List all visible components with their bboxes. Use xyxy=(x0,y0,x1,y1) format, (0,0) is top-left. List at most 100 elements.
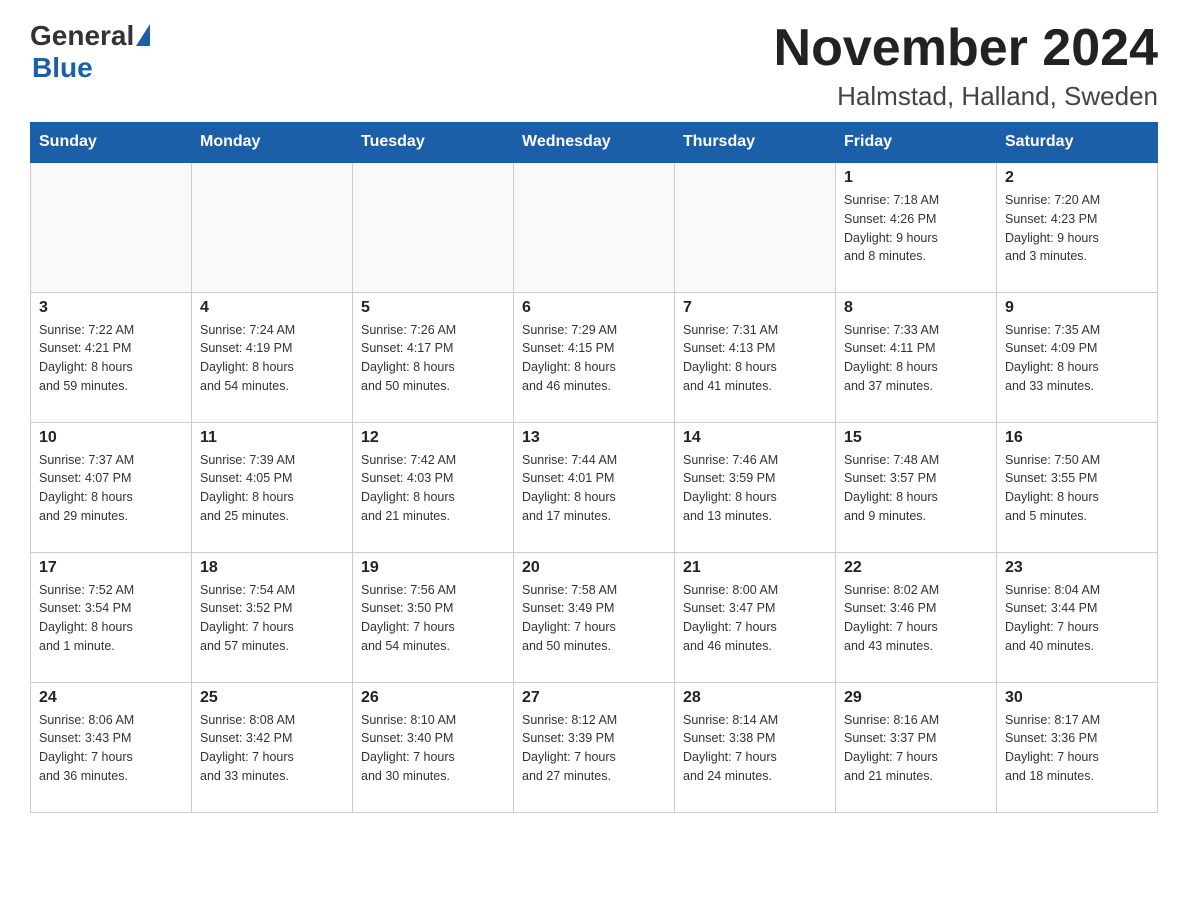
day-number: 29 xyxy=(844,689,988,707)
day-number: 23 xyxy=(1005,559,1149,577)
day-number: 30 xyxy=(1005,689,1149,707)
day-number: 4 xyxy=(200,299,344,317)
calendar-header-sunday: Sunday xyxy=(31,123,192,163)
day-info: Sunrise: 7:37 AM Sunset: 4:07 PM Dayligh… xyxy=(39,451,183,526)
calendar-week-row: 10Sunrise: 7:37 AM Sunset: 4:07 PM Dayli… xyxy=(31,422,1158,552)
calendar-cell: 8 Sunrise: 7:33 AM Sunset: 4:11 PM Daylig… xyxy=(836,292,997,422)
day-number: 21 xyxy=(683,559,827,577)
day-number: 17 xyxy=(39,559,183,577)
day-info: Sunrise: 8:00 AM Sunset: 3:47 PM Dayligh… xyxy=(683,581,827,656)
calendar-cell: 9 Sunrise: 7:35 AM Sunset: 4:09 PM Daylig… xyxy=(997,292,1158,422)
calendar-week-row: 24 Sunrise: 8:06 AM Sunset: 3:43 PM Dayli… xyxy=(31,682,1158,812)
calendar-cell: 26Sunrise: 8:10 AM Sunset: 3:40 PM Dayli… xyxy=(353,682,514,812)
day-info: Sunrise: 7:42 AM Sunset: 4:03 PM Dayligh… xyxy=(361,451,505,526)
day-number: 28 xyxy=(683,689,827,707)
day-number: 12 xyxy=(361,429,505,447)
day-info: Sunrise: 7:31 AM Sunset: 4:13 PM Dayligh… xyxy=(683,321,827,396)
day-info: Sunrise: 8:06 AM Sunset: 3:43 PM Dayligh… xyxy=(39,711,183,786)
calendar-cell: 21 Sunrise: 8:00 AM Sunset: 3:47 PM Dayli… xyxy=(675,552,836,682)
calendar-header-friday: Friday xyxy=(836,123,997,163)
calendar-cell: 20 Sunrise: 7:58 AM Sunset: 3:49 PM Dayli… xyxy=(514,552,675,682)
month-title: November 2024 xyxy=(774,20,1158,77)
calendar-cell: 4Sunrise: 7:24 AM Sunset: 4:19 PM Daylig… xyxy=(192,292,353,422)
day-number: 7 xyxy=(683,299,827,317)
day-info: Sunrise: 7:56 AM Sunset: 3:50 PM Dayligh… xyxy=(361,581,505,656)
calendar-header-wednesday: Wednesday xyxy=(514,123,675,163)
day-number: 19 xyxy=(361,559,505,577)
day-info: Sunrise: 8:02 AM Sunset: 3:46 PM Dayligh… xyxy=(844,581,988,656)
day-number: 13 xyxy=(522,429,666,447)
calendar-week-row: 17Sunrise: 7:52 AM Sunset: 3:54 PM Dayli… xyxy=(31,552,1158,682)
calendar-cell: 3 Sunrise: 7:22 AM Sunset: 4:21 PM Daylig… xyxy=(31,292,192,422)
day-info: Sunrise: 7:54 AM Sunset: 3:52 PM Dayligh… xyxy=(200,581,344,656)
day-number: 25 xyxy=(200,689,344,707)
day-number: 26 xyxy=(361,689,505,707)
calendar-cell: 25 Sunrise: 8:08 AM Sunset: 3:42 PM Dayli… xyxy=(192,682,353,812)
calendar-cell: 19 Sunrise: 7:56 AM Sunset: 3:50 PM Dayli… xyxy=(353,552,514,682)
calendar-cell: 5Sunrise: 7:26 AM Sunset: 4:17 PM Daylig… xyxy=(353,292,514,422)
day-info: Sunrise: 8:12 AM Sunset: 3:39 PM Dayligh… xyxy=(522,711,666,786)
day-info: Sunrise: 7:35 AM Sunset: 4:09 PM Dayligh… xyxy=(1005,321,1149,396)
logo-blue-text: Blue xyxy=(32,52,93,84)
day-info: Sunrise: 7:26 AM Sunset: 4:17 PM Dayligh… xyxy=(361,321,505,396)
day-info: Sunrise: 8:04 AM Sunset: 3:44 PM Dayligh… xyxy=(1005,581,1149,656)
calendar-cell xyxy=(353,162,514,292)
day-info: Sunrise: 7:33 AM Sunset: 4:11 PM Dayligh… xyxy=(844,321,988,396)
day-number: 2 xyxy=(1005,169,1149,187)
calendar-cell: 18 Sunrise: 7:54 AM Sunset: 3:52 PM Dayli… xyxy=(192,552,353,682)
calendar-cell: 7 Sunrise: 7:31 AM Sunset: 4:13 PM Daylig… xyxy=(675,292,836,422)
day-info: Sunrise: 7:48 AM Sunset: 3:57 PM Dayligh… xyxy=(844,451,988,526)
day-number: 9 xyxy=(1005,299,1149,317)
calendar-cell xyxy=(514,162,675,292)
calendar-table: SundayMondayTuesdayWednesdayThursdayFrid… xyxy=(30,122,1158,813)
calendar-cell: 6 Sunrise: 7:29 AM Sunset: 4:15 PM Daylig… xyxy=(514,292,675,422)
day-number: 3 xyxy=(39,299,183,317)
calendar-cell: 30 Sunrise: 8:17 AM Sunset: 3:36 PM Dayli… xyxy=(997,682,1158,812)
day-number: 24 xyxy=(39,689,183,707)
day-number: 8 xyxy=(844,299,988,317)
day-info: Sunrise: 8:16 AM Sunset: 3:37 PM Dayligh… xyxy=(844,711,988,786)
calendar-cell: 14Sunrise: 7:46 AM Sunset: 3:59 PM Dayli… xyxy=(675,422,836,552)
calendar-header-saturday: Saturday xyxy=(997,123,1158,163)
logo-general-text: General xyxy=(30,20,134,52)
calendar-cell: 27 Sunrise: 8:12 AM Sunset: 3:39 PM Dayli… xyxy=(514,682,675,812)
calendar-header-monday: Monday xyxy=(192,123,353,163)
day-info: Sunrise: 8:08 AM Sunset: 3:42 PM Dayligh… xyxy=(200,711,344,786)
calendar-cell: 28 Sunrise: 8:14 AM Sunset: 3:38 PM Dayli… xyxy=(675,682,836,812)
calendar-header-row: SundayMondayTuesdayWednesdayThursdayFrid… xyxy=(31,123,1158,163)
day-info: Sunrise: 7:22 AM Sunset: 4:21 PM Dayligh… xyxy=(39,321,183,396)
title-block: November 2024 Halmstad, Halland, Sweden xyxy=(774,20,1158,112)
day-number: 20 xyxy=(522,559,666,577)
calendar-cell: 17Sunrise: 7:52 AM Sunset: 3:54 PM Dayli… xyxy=(31,552,192,682)
day-number: 18 xyxy=(200,559,344,577)
calendar-week-row: 1Sunrise: 7:18 AM Sunset: 4:26 PM Daylig… xyxy=(31,162,1158,292)
day-info: Sunrise: 7:20 AM Sunset: 4:23 PM Dayligh… xyxy=(1005,191,1149,266)
day-number: 6 xyxy=(522,299,666,317)
calendar-cell xyxy=(31,162,192,292)
day-info: Sunrise: 7:44 AM Sunset: 4:01 PM Dayligh… xyxy=(522,451,666,526)
day-number: 14 xyxy=(683,429,827,447)
day-number: 22 xyxy=(844,559,988,577)
day-number: 11 xyxy=(200,429,344,447)
day-info: Sunrise: 8:14 AM Sunset: 3:38 PM Dayligh… xyxy=(683,711,827,786)
calendar-cell: 1Sunrise: 7:18 AM Sunset: 4:26 PM Daylig… xyxy=(836,162,997,292)
calendar-cell: 13 Sunrise: 7:44 AM Sunset: 4:01 PM Dayli… xyxy=(514,422,675,552)
calendar-week-row: 3 Sunrise: 7:22 AM Sunset: 4:21 PM Daylig… xyxy=(31,292,1158,422)
calendar-cell: 23 Sunrise: 8:04 AM Sunset: 3:44 PM Dayli… xyxy=(997,552,1158,682)
day-info: Sunrise: 7:39 AM Sunset: 4:05 PM Dayligh… xyxy=(200,451,344,526)
day-info: Sunrise: 7:18 AM Sunset: 4:26 PM Dayligh… xyxy=(844,191,988,266)
day-number: 27 xyxy=(522,689,666,707)
calendar-cell: 24 Sunrise: 8:06 AM Sunset: 3:43 PM Dayli… xyxy=(31,682,192,812)
calendar-cell: 29 Sunrise: 8:16 AM Sunset: 3:37 PM Dayli… xyxy=(836,682,997,812)
day-info: Sunrise: 7:29 AM Sunset: 4:15 PM Dayligh… xyxy=(522,321,666,396)
calendar-cell: 2 Sunrise: 7:20 AM Sunset: 4:23 PM Daylig… xyxy=(997,162,1158,292)
calendar-cell: 22 Sunrise: 8:02 AM Sunset: 3:46 PM Dayli… xyxy=(836,552,997,682)
location-title: Halmstad, Halland, Sweden xyxy=(774,81,1158,112)
calendar-header-tuesday: Tuesday xyxy=(353,123,514,163)
logo: General Blue xyxy=(30,20,150,84)
day-info: Sunrise: 7:50 AM Sunset: 3:55 PM Dayligh… xyxy=(1005,451,1149,526)
day-info: Sunrise: 7:58 AM Sunset: 3:49 PM Dayligh… xyxy=(522,581,666,656)
calendar-cell: 12 Sunrise: 7:42 AM Sunset: 4:03 PM Dayli… xyxy=(353,422,514,552)
calendar-cell xyxy=(675,162,836,292)
day-info: Sunrise: 8:17 AM Sunset: 3:36 PM Dayligh… xyxy=(1005,711,1149,786)
